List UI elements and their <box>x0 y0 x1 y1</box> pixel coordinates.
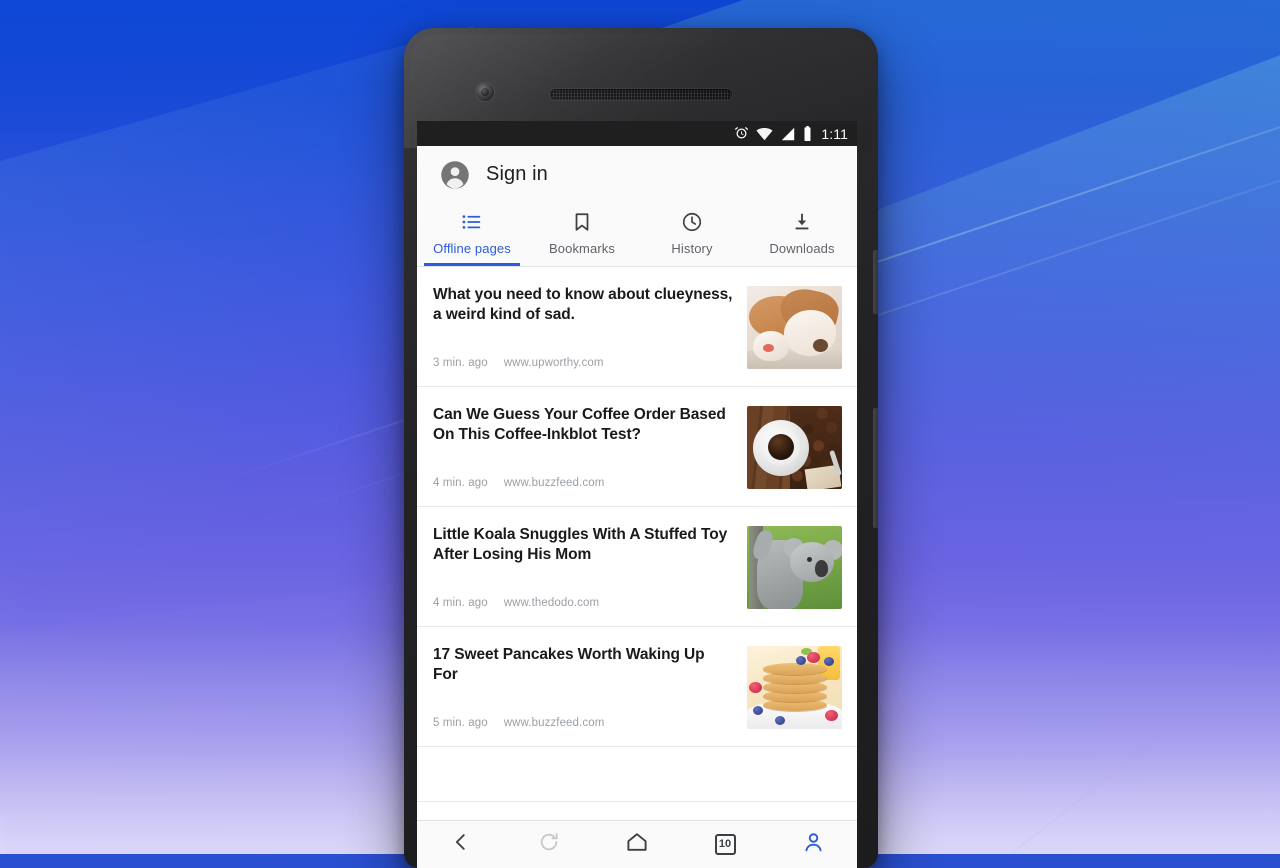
front-camera-icon <box>476 83 494 101</box>
volume-button[interactable] <box>873 408 878 528</box>
bookmark-icon <box>571 210 593 234</box>
list-item[interactable]: Can We Guess Your Coffee Order Based On … <box>417 387 857 507</box>
sleeping-puppy-photo <box>747 286 842 369</box>
list-item-text: Can We Guess Your Coffee Order Based On … <box>432 405 747 491</box>
tab-offline-pages[interactable]: Offline pages <box>417 203 527 266</box>
tab-label-downloads: Downloads <box>769 241 835 256</box>
signal-icon <box>780 127 796 141</box>
offline-pages-list: What you need to know about clueyness, a… <box>417 267 857 802</box>
list-item-timestamp: 4 min. ago <box>433 597 488 609</box>
download-icon <box>791 210 813 234</box>
back-button[interactable] <box>417 821 505 868</box>
account-circle-icon <box>440 160 470 190</box>
tab-switcher-button[interactable]: 10 <box>681 821 769 868</box>
earpiece-speaker-grille <box>550 89 732 100</box>
tab-bookmarks[interactable]: Bookmarks <box>527 203 637 266</box>
list-item-domain: www.buzzfeed.com <box>503 477 605 489</box>
list-item[interactable]: What you need to know about clueyness, a… <box>417 267 857 387</box>
list-item-title: Little Koala Snuggles With A Stuffed Toy… <box>433 526 728 563</box>
list-item[interactable]: 17 Sweet Pancakes Worth Waking Up For 5 … <box>417 627 857 747</box>
account-icon <box>802 831 825 859</box>
reload-button[interactable] <box>505 821 593 868</box>
list-item-title: Can We Guess Your Coffee Order Based On … <box>433 406 726 443</box>
tab-bar: Offline pages Bookmarks History Download… <box>417 203 857 267</box>
tab-label-bookmarks: Bookmarks <box>549 241 615 256</box>
list-item-thumbnail <box>747 646 842 729</box>
tab-label-offline-pages: Offline pages <box>433 241 511 256</box>
list-item-meta: 4 min. ago www.buzzfeed.com <box>433 477 733 491</box>
list-item[interactable]: Little Koala Snuggles With A Stuffed Toy… <box>417 507 857 627</box>
list-item-timestamp: 4 min. ago <box>433 477 488 489</box>
pancake-stack-photo <box>747 646 842 729</box>
list-item-thumbnail <box>747 286 842 369</box>
wifi-icon <box>756 127 773 141</box>
list-icon <box>461 210 483 234</box>
list-item-domain: www.buzzfeed.com <box>503 717 605 729</box>
account-button[interactable] <box>769 821 857 868</box>
list-item-title: What you need to know about clueyness, a… <box>433 286 733 323</box>
power-button[interactable] <box>873 250 878 314</box>
phone-device-mockup: 1:11 Sign in Offline pages Bookmarks His… <box>404 28 878 868</box>
browser-toolbar: 10 <box>417 820 857 868</box>
coffee-cup-photo <box>747 406 842 489</box>
tab-count-badge: 10 <box>714 834 736 855</box>
alarm-icon <box>734 126 749 141</box>
list-item-meta: 5 min. ago www.buzzfeed.com <box>433 717 733 731</box>
list-item-text: 17 Sweet Pancakes Worth Waking Up For 5 … <box>432 645 747 731</box>
list-item-partial[interactable] <box>417 747 857 802</box>
sign-in-row[interactable]: Sign in <box>417 146 857 203</box>
list-item-text: Little Koala Snuggles With A Stuffed Toy… <box>432 525 747 611</box>
list-item-domain: www.thedodo.com <box>503 597 600 609</box>
list-item-meta: 3 min. ago www.upworthy.com <box>433 357 733 371</box>
clock-icon <box>681 210 703 234</box>
tab-downloads[interactable]: Downloads <box>747 203 857 266</box>
status-bar: 1:11 <box>417 121 857 146</box>
list-item-timestamp: 5 min. ago <box>433 717 488 729</box>
tab-history[interactable]: History <box>637 203 747 266</box>
list-item-thumbnail <box>747 406 842 489</box>
battery-icon <box>803 126 812 141</box>
list-item-domain: www.upworthy.com <box>503 357 604 369</box>
list-item-title: 17 Sweet Pancakes Worth Waking Up For <box>433 646 705 683</box>
koala-photo <box>747 526 842 609</box>
list-item-meta: 4 min. ago www.thedodo.com <box>433 597 733 611</box>
list-item-thumbnail <box>747 526 842 609</box>
tab-label-history: History <box>671 241 713 256</box>
sign-in-label: Sign in <box>486 163 548 185</box>
list-item-text: What you need to know about clueyness, a… <box>432 285 747 371</box>
home-button[interactable] <box>593 821 681 868</box>
list-item-timestamp: 3 min. ago <box>433 357 488 369</box>
home-icon <box>625 830 649 859</box>
phone-screen: 1:11 Sign in Offline pages Bookmarks His… <box>417 121 857 868</box>
status-bar-clock: 1:11 <box>821 125 848 142</box>
